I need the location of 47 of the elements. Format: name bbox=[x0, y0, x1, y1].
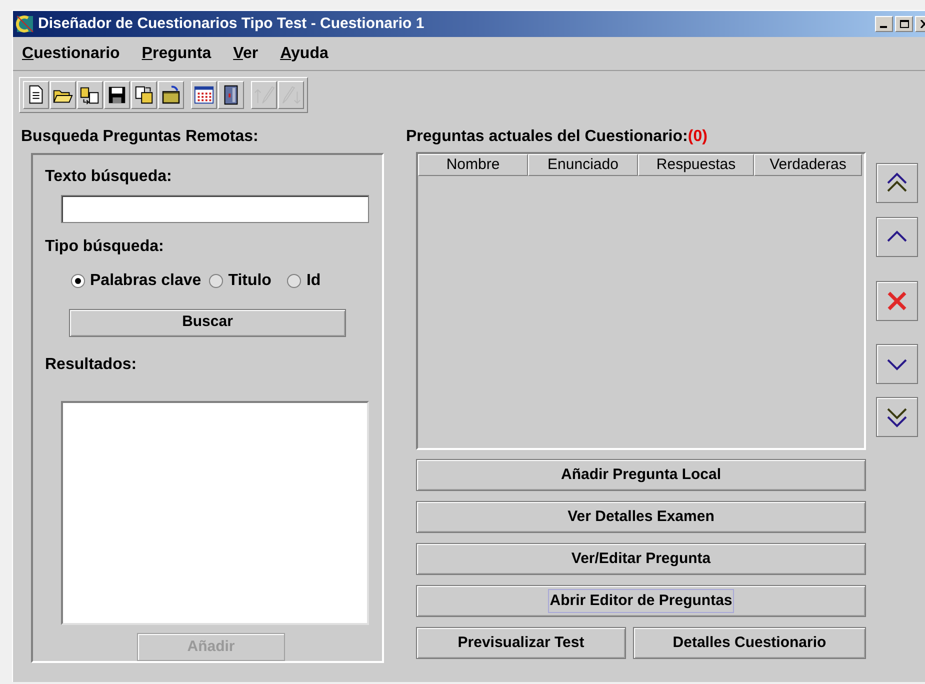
pencil-arrow-icon bbox=[253, 84, 275, 106]
side-button[interactable] bbox=[876, 344, 918, 384]
column-header[interactable]: Enunciado bbox=[528, 154, 638, 176]
menu-item[interactable]: Ver bbox=[233, 42, 258, 66]
action-button[interactable]: Detalles Cuestionario bbox=[633, 627, 866, 659]
menu-item[interactable]: Pregunta bbox=[142, 42, 212, 66]
field-label: Tipo búsqueda: bbox=[45, 236, 165, 257]
field-label: Resultados: bbox=[45, 354, 138, 375]
app-logo-icon bbox=[16, 15, 34, 33]
section-title: Busqueda Preguntas Remotas: bbox=[21, 127, 260, 147]
section-title: Preguntas actuales del Cuestionario: bbox=[406, 127, 688, 147]
toolbar-button[interactable] bbox=[218, 81, 244, 109]
folder-icon bbox=[160, 84, 182, 106]
maximize-button[interactable] bbox=[895, 16, 913, 32]
toolbar-button[interactable] bbox=[104, 81, 130, 109]
folder-icon bbox=[133, 84, 155, 106]
side-button[interactable] bbox=[876, 163, 918, 203]
column-header[interactable]: Verdaderas bbox=[754, 154, 862, 176]
action-button[interactable]: Abrir Editor de Preguntas bbox=[416, 585, 866, 617]
action-button[interactable]: Ver/Editar Pregunta bbox=[416, 543, 866, 575]
menu-item[interactable]: Cuestionario bbox=[22, 42, 120, 66]
action-button[interactable]: Ver Detalles Examen bbox=[416, 501, 866, 533]
toolbar-button[interactable] bbox=[191, 81, 217, 109]
question-count: (0) bbox=[688, 127, 708, 147]
toolbar-button[interactable] bbox=[77, 81, 103, 109]
toolbar-button[interactable] bbox=[131, 81, 157, 109]
search-button[interactable]: Buscar bbox=[69, 308, 346, 337]
side-button[interactable] bbox=[876, 217, 918, 257]
window-title: Diseñador de Cuestionarios Tipo Test - Cuestionario 1 bbox=[38, 14, 424, 34]
toolbar-button[interactable] bbox=[158, 81, 184, 109]
field-label: Texto búsqueda: bbox=[45, 167, 173, 187]
radio-option[interactable]: Palabras clave bbox=[71, 268, 202, 293]
calendar-icon bbox=[193, 84, 215, 106]
menu-item[interactable]: Ayuda bbox=[280, 42, 328, 66]
radio-option[interactable]: Id bbox=[287, 268, 321, 293]
toolbar-button[interactable] bbox=[23, 81, 49, 109]
column-header[interactable]: Respuestas bbox=[638, 154, 754, 176]
action-button[interactable]: Previsualizar Test bbox=[416, 627, 626, 659]
side-button[interactable] bbox=[876, 397, 918, 437]
search-text-field[interactable] bbox=[61, 195, 369, 223]
save-icon bbox=[106, 84, 128, 106]
toolbar-button[interactable] bbox=[50, 81, 76, 109]
action-button[interactable]: Añadir Pregunta Local bbox=[416, 459, 866, 491]
radio-option[interactable]: Titulo bbox=[209, 268, 272, 293]
pencil-arrow-icon bbox=[280, 84, 302, 106]
minimize-button[interactable] bbox=[875, 16, 893, 32]
column-header[interactable]: Nombre bbox=[418, 154, 528, 176]
